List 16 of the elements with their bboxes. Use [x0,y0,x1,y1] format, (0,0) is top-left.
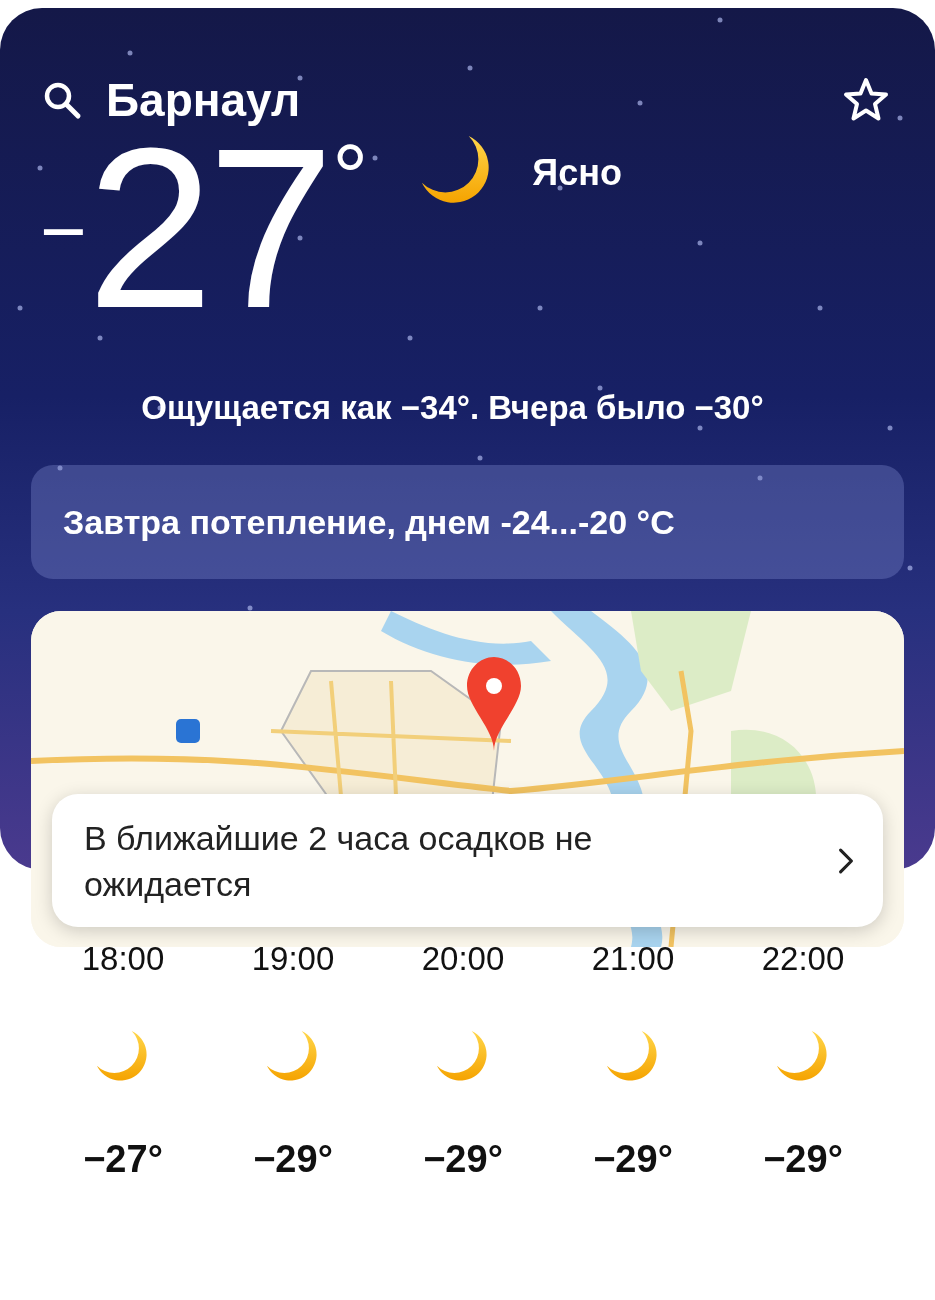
chevron-right-icon [837,846,855,875]
star-icon[interactable] [842,76,890,124]
map-card[interactable]: В ближайшие 2 часа осадков не ожидается [31,611,904,947]
precipitation-card[interactable]: В ближайшие 2 часа осадков не ожидается [52,794,883,927]
hour-temperature: −29° [763,1138,843,1181]
hour-temperature: −29° [593,1138,673,1181]
city-name[interactable]: Барнаул [106,73,301,127]
precipitation-text: В ближайшие 2 часа осадков не ожидается [84,817,594,905]
feels-like-text: Ощущается как −34°. Вчера было −30° [140,389,765,427]
hour-temperature: −29° [253,1138,333,1181]
condition-label: Ясно [532,152,622,194]
forecast-banner[interactable]: Завтра потепление, днем -24...-20 °C [31,465,904,579]
current-temperature: −27° [40,142,369,342]
search-icon[interactable] [42,80,82,120]
hour-temperature: −27° [83,1138,163,1181]
hour-temperature: −29° [423,1138,503,1181]
